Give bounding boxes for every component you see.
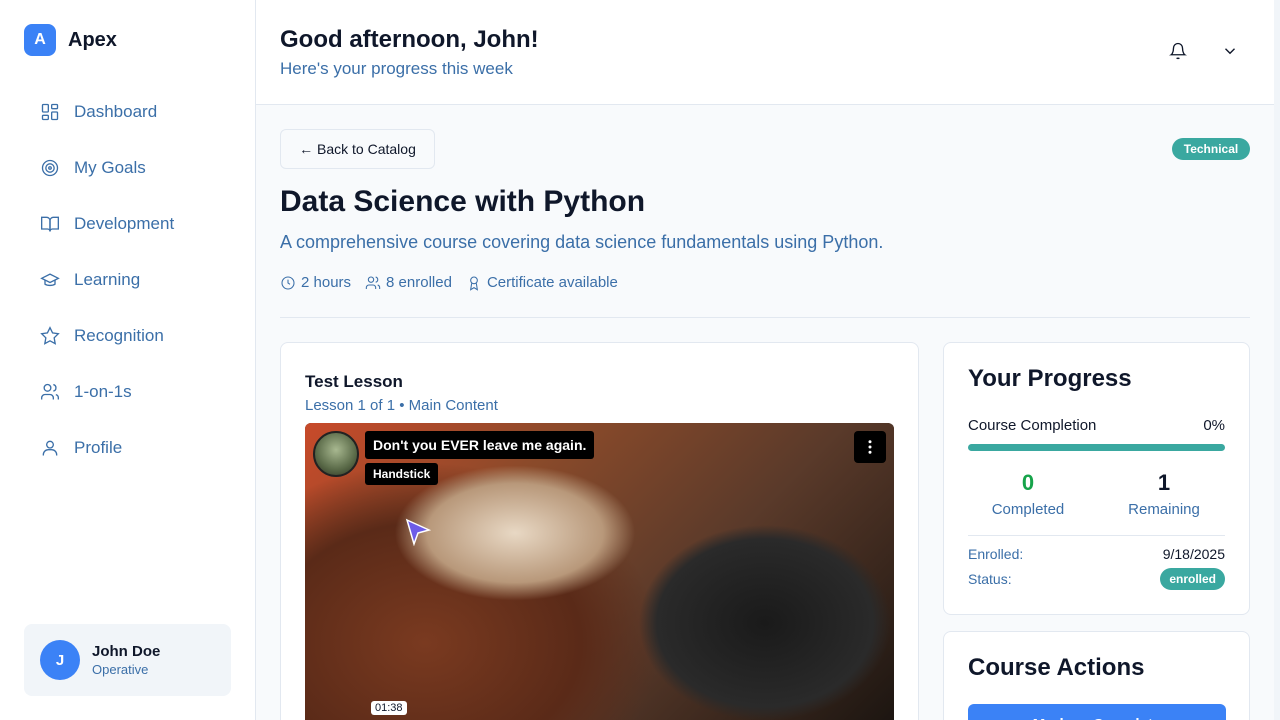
target-icon bbox=[41, 159, 59, 177]
lesson-card: Test Lesson Lesson 1 of 1 • Main Content… bbox=[280, 342, 919, 720]
award-icon bbox=[469, 275, 478, 291]
course-description: A comprehensive course covering data sci… bbox=[280, 232, 884, 252]
lesson-subtitle: Lesson 1 of 1 • Main Content bbox=[305, 397, 498, 414]
chevron-down-icon bbox=[1225, 48, 1235, 55]
duration-meta: 2 hours bbox=[280, 274, 351, 291]
user-name: John Doe bbox=[92, 643, 161, 660]
clock-icon bbox=[281, 275, 295, 290]
sidebar-item-1-on-1s[interactable]: 1-on-1s bbox=[24, 364, 232, 420]
star-icon bbox=[40, 326, 60, 345]
course-actions-heading: Course Actions bbox=[968, 654, 1145, 681]
sidebar-item-dashboard[interactable]: Dashboard bbox=[24, 84, 232, 140]
book-icon bbox=[41, 216, 59, 232]
completion-label: Course Completion bbox=[968, 417, 1097, 434]
remaining-label: Remaining bbox=[1128, 501, 1200, 518]
enrolled-text: 8 enrolled bbox=[386, 274, 452, 291]
sidebar-item-label: Recognition bbox=[74, 326, 164, 345]
user-info: John Doe Operative bbox=[92, 643, 160, 677]
certificate-text: Certificate available bbox=[486, 274, 618, 291]
greeting-title: Good afternoon, John! bbox=[280, 26, 539, 53]
status-badge: enrolled bbox=[1160, 568, 1225, 590]
completion-value: 0% bbox=[1203, 417, 1225, 434]
avatar: J bbox=[40, 640, 80, 680]
more-vertical-icon bbox=[868, 440, 872, 454]
progress-card: Your Progress Course Completion 0% 0 Com… bbox=[943, 342, 1250, 615]
enrolled-meta: 8 enrolled bbox=[365, 274, 452, 291]
greeting-subtitle: Here's your progress this week bbox=[280, 59, 513, 78]
back-to-catalog-button[interactable]: ← Back to Catalog bbox=[280, 129, 435, 169]
status-label: Status: bbox=[968, 571, 1012, 587]
sidebar-item-label: Profile bbox=[74, 438, 123, 457]
brand[interactable]: A Apex bbox=[24, 24, 117, 56]
video-title[interactable]: Don't you EVER leave me again. bbox=[365, 431, 595, 459]
completed-count: 0 bbox=[1021, 470, 1035, 495]
mark-complete-button[interactable]: Mark as Complete bbox=[968, 704, 1226, 720]
top-header: Good afternoon, John! Here's your progre… bbox=[256, 0, 1274, 105]
channel-avatar[interactable] bbox=[313, 431, 359, 477]
remaining-count: 1 bbox=[1157, 470, 1171, 495]
users-icon bbox=[41, 383, 60, 400]
sidebar-item-label: 1-on-1s bbox=[74, 382, 132, 401]
video-channel[interactable]: Handstick bbox=[365, 463, 439, 485]
video-player[interactable]: Don't you EVER leave me again. Handstick… bbox=[305, 423, 894, 720]
user-menu-button[interactable] bbox=[1221, 42, 1239, 60]
bell-icon bbox=[1169, 42, 1187, 60]
certificate-meta: Certificate available bbox=[466, 274, 618, 291]
notifications-button[interactable] bbox=[1169, 42, 1187, 60]
enrolled-date-value: 9/18/2025 bbox=[1162, 546, 1225, 562]
graduation-cap-icon bbox=[40, 273, 60, 287]
progress-heading: Your Progress bbox=[968, 365, 1132, 392]
sidebar-item-label: My Goals bbox=[74, 158, 146, 177]
section-divider bbox=[280, 317, 1250, 318]
sidebar-item-label: Dashboard bbox=[74, 102, 158, 121]
dashboard-icon bbox=[41, 103, 59, 121]
brand-logo: A bbox=[24, 24, 56, 56]
sidebar-item-development[interactable]: Development bbox=[24, 196, 232, 252]
sidebar-item-my-goals[interactable]: My Goals bbox=[24, 140, 232, 196]
video-more-button[interactable] bbox=[854, 431, 886, 463]
completion-progress-bar bbox=[968, 444, 1225, 451]
sidebar-item-recognition[interactable]: Recognition bbox=[24, 308, 232, 364]
lesson-title: Test Lesson bbox=[305, 372, 403, 391]
duration-text: 2 hours bbox=[301, 274, 352, 291]
page-scrollbar[interactable] bbox=[1274, 0, 1280, 720]
brand-name: Apex bbox=[68, 28, 117, 51]
users-icon bbox=[365, 275, 381, 289]
sidebar: A Apex Dashboard My Goals Development Le… bbox=[0, 0, 256, 720]
course-meta: 2 hours 8 enrolled Certificate available bbox=[280, 274, 618, 291]
sidebar-item-profile[interactable]: Profile bbox=[24, 420, 232, 476]
sidebar-item-label: Learning bbox=[74, 270, 141, 289]
course-actions-card: Course Actions Mark as Complete bbox=[943, 631, 1250, 720]
sidebar-nav: Dashboard My Goals Development Learning … bbox=[24, 84, 232, 476]
progress-divider bbox=[968, 535, 1225, 536]
user-card[interactable]: J John Doe Operative bbox=[24, 624, 231, 696]
completed-label: Completed bbox=[991, 501, 1065, 518]
completion-progress-fill bbox=[968, 444, 1225, 451]
cursor-icon bbox=[405, 518, 431, 546]
user-role: Operative bbox=[92, 662, 149, 677]
video-timestamp: 01:38 bbox=[371, 701, 407, 715]
course-title: Data Science with Python bbox=[280, 185, 646, 218]
sidebar-item-label: Development bbox=[74, 214, 175, 233]
category-badge: Technical bbox=[1172, 138, 1250, 160]
user-icon bbox=[42, 440, 58, 456]
sidebar-item-learning[interactable]: Learning bbox=[24, 252, 232, 308]
enrolled-date-label: Enrolled: bbox=[968, 546, 1024, 562]
